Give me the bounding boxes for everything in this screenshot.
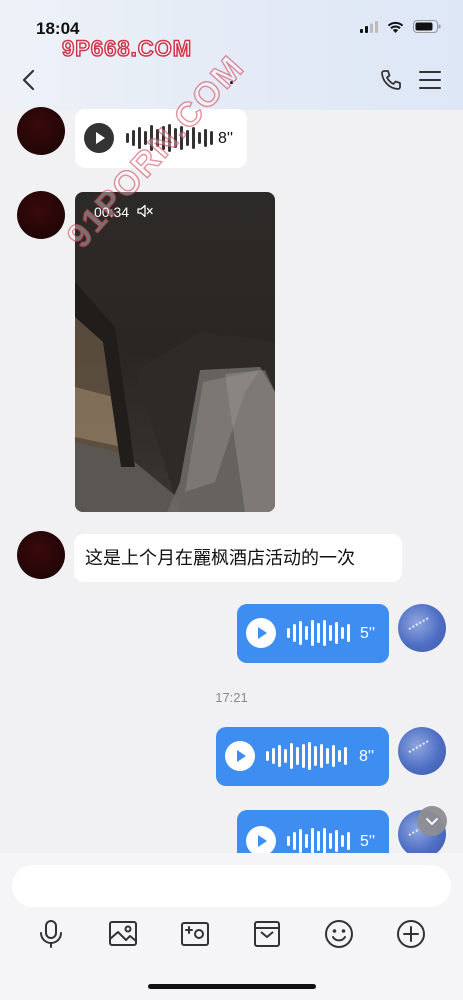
chevron-down-icon [426, 818, 438, 825]
message-input[interactable] [12, 865, 451, 907]
waveform [287, 618, 350, 648]
chat-header: . [0, 62, 463, 102]
scroll-to-bottom-button[interactable] [417, 806, 447, 836]
contact-avatar[interactable] [17, 531, 65, 579]
home-indicator [148, 984, 316, 989]
message-timestamp: 17:21 [215, 690, 248, 705]
text-message[interactable]: 这是上个月在麗枫酒店活动的一次 [74, 534, 402, 582]
plus-icon[interactable] [395, 918, 427, 950]
voice-message-incoming[interactable]: 8'' [75, 109, 247, 168]
video-thumbnail [75, 282, 275, 512]
video-camera-icon[interactable] [179, 918, 211, 950]
video-duration: 00:34 [94, 204, 130, 220]
wifi-icon [387, 21, 404, 33]
menu-icon[interactable] [419, 70, 441, 90]
voice-duration: 8'' [359, 748, 375, 765]
waveform [287, 826, 350, 856]
voice-message-outgoing[interactable]: 8'' [216, 727, 389, 786]
input-area [0, 853, 463, 1000]
voice-duration: 5'' [360, 625, 376, 642]
user-avatar[interactable] [398, 604, 446, 652]
play-icon[interactable] [246, 618, 276, 648]
envelope-icon[interactable] [251, 918, 283, 950]
play-icon[interactable] [246, 826, 276, 856]
microphone-icon[interactable] [35, 918, 67, 950]
play-icon[interactable] [225, 741, 255, 771]
input-toolbar [0, 918, 463, 950]
play-icon[interactable] [84, 123, 114, 153]
battery-icon [413, 20, 441, 33]
contact-avatar[interactable] [17, 191, 65, 239]
status-icons [360, 20, 441, 33]
signal-icon [360, 20, 378, 33]
phone-icon[interactable] [379, 68, 403, 92]
mute-icon[interactable] [137, 204, 153, 218]
contact-avatar[interactable] [17, 107, 65, 155]
watermark-top: 9P668.COM [61, 35, 193, 62]
emoji-icon[interactable] [323, 918, 355, 950]
voice-duration: 5'' [360, 833, 376, 850]
video-message[interactable]: 00:34 [75, 192, 275, 512]
voice-duration: 8'' [218, 130, 234, 147]
waveform [126, 123, 213, 153]
voice-message-outgoing[interactable]: 5'' [237, 604, 389, 663]
waveform [266, 741, 347, 771]
image-icon[interactable] [107, 918, 139, 950]
user-avatar[interactable] [398, 727, 446, 775]
